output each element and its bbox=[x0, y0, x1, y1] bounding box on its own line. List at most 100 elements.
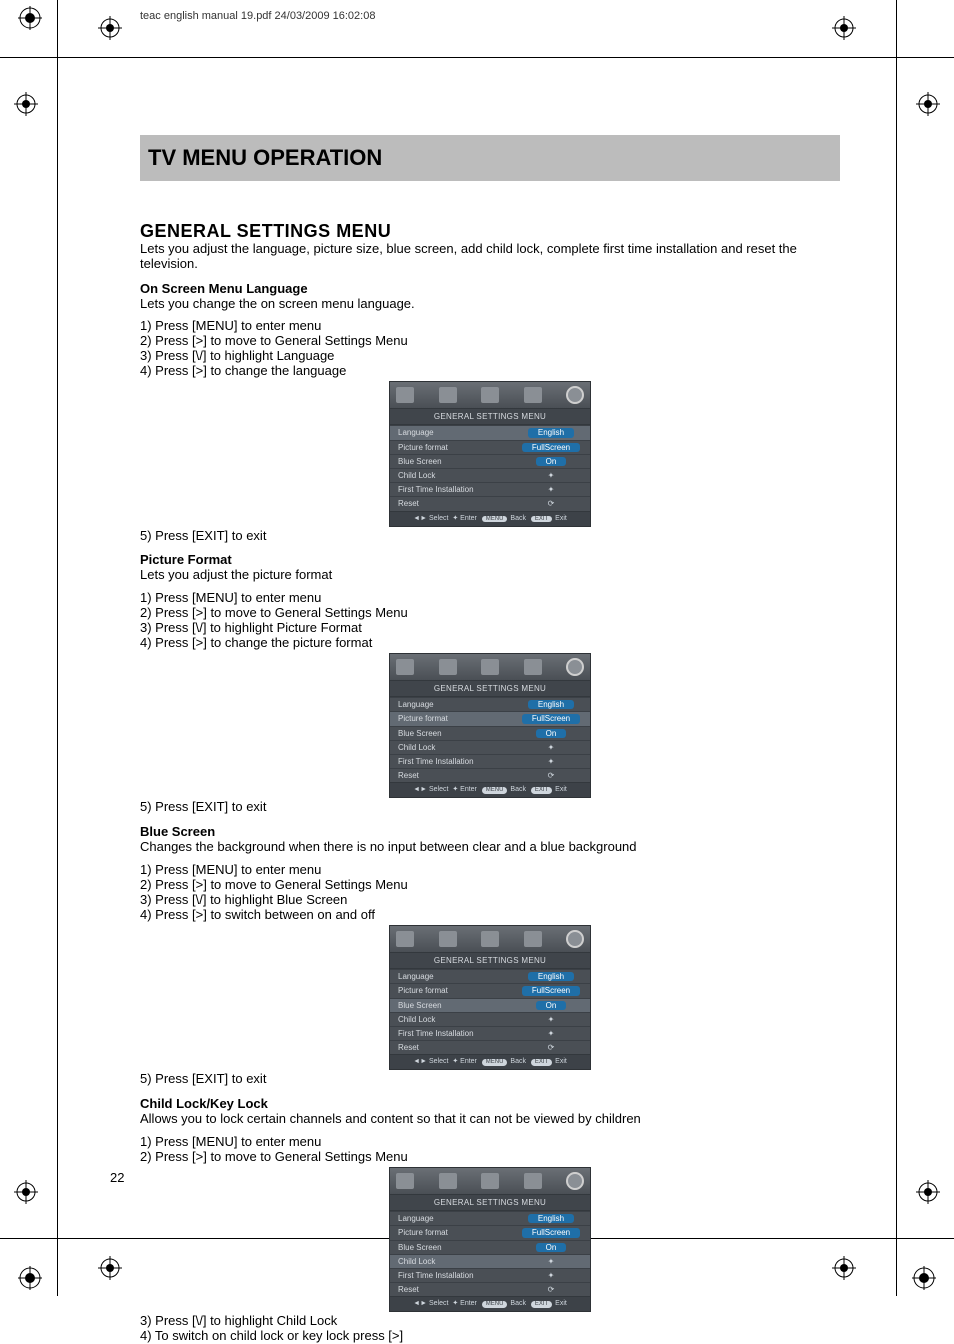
subsection-heading: Blue Screen bbox=[140, 825, 840, 840]
osd-row-label: Blue Screen bbox=[398, 457, 442, 466]
osd-row-value: ✦ bbox=[520, 757, 582, 766]
osd-row: Picture format FullScreen bbox=[390, 711, 590, 725]
osd-row: Child Lock ✦ bbox=[390, 1012, 590, 1026]
osd-tab-icon bbox=[481, 1173, 499, 1189]
osd-screenshot: GENERAL SETTINGS MENU LanguageEnglishPic… bbox=[389, 925, 591, 1070]
subsection-lead: Lets you adjust the picture format bbox=[140, 568, 840, 583]
osd-row: Reset ⟳ bbox=[390, 768, 590, 782]
osd-row-value: ✦ bbox=[520, 1271, 582, 1280]
osd-row-value: ✦ bbox=[520, 471, 582, 480]
section-heading: GENERAL SETTINGS MENU bbox=[140, 221, 840, 242]
step: 4) Press [>] to change the language bbox=[140, 364, 840, 379]
subsection-lead: Lets you change the on screen menu langu… bbox=[140, 297, 840, 312]
osd-screenshot: GENERAL SETTINGS MENU LanguageEnglishPic… bbox=[389, 1167, 591, 1312]
osd-row-label: Child Lock bbox=[398, 743, 435, 752]
osd-row-value: ⟳ bbox=[520, 771, 582, 780]
osd-row-label: Picture format bbox=[398, 714, 448, 723]
osd-tab-icon-active bbox=[566, 1172, 584, 1190]
osd-tab-icon-active bbox=[566, 658, 584, 676]
osd-row-value: FullScreen bbox=[520, 714, 582, 723]
pdf-header-line: teac english manual 19.pdf 24/03/2009 16… bbox=[140, 10, 375, 22]
step: 1) Press [MENU] to enter menu bbox=[140, 591, 840, 606]
step: 2) Press [>] to move to General Settings… bbox=[140, 606, 840, 621]
osd-row-label: Reset bbox=[398, 771, 419, 780]
osd-row-value: ⟳ bbox=[520, 1285, 582, 1294]
crop-rule bbox=[57, 0, 58, 1296]
osd-row-label: Picture format bbox=[398, 443, 448, 452]
osd-row-label: Language bbox=[398, 1214, 434, 1223]
osd-row: Picture formatFullScreen bbox=[390, 1225, 590, 1239]
osd-tab-icon bbox=[396, 931, 414, 947]
osd-row: Blue ScreenOn bbox=[390, 726, 590, 740]
step: 3) Press [\/] to highlight Picture Forma… bbox=[140, 621, 840, 636]
osd-tab-icon bbox=[396, 1173, 414, 1189]
subsection-lead: Changes the background when there is no … bbox=[140, 840, 840, 855]
osd-row: Child Lock✦ bbox=[390, 1254, 590, 1268]
osd-footer: ◄► Select ✦ Enter MENU Back EXIT Exit bbox=[390, 782, 590, 797]
osd-title: GENERAL SETTINGS MENU bbox=[390, 1194, 590, 1211]
osd-row: Blue Screen On bbox=[390, 1240, 590, 1254]
osd-row-label: First Time Installation bbox=[398, 1271, 474, 1280]
osd-row: First Time Installation✦ bbox=[390, 482, 590, 496]
osd-row-value: ⟳ bbox=[520, 499, 582, 508]
step: 3) Press [\/] to highlight Blue Screen bbox=[140, 893, 840, 908]
osd-row-label: Picture format bbox=[398, 986, 448, 995]
osd-row-label: Language bbox=[398, 972, 434, 981]
osd-row: First Time Installation ✦ bbox=[390, 1026, 590, 1040]
osd-row-value: FullScreen bbox=[520, 1228, 582, 1237]
osd-row: LanguageEnglish bbox=[390, 1211, 590, 1225]
step: 1) Press [MENU] to enter menu bbox=[140, 1135, 840, 1150]
osd-row-value: English bbox=[520, 972, 582, 981]
page-title: TV MENU OPERATION bbox=[140, 135, 840, 181]
osd-row-value: On bbox=[520, 1243, 582, 1252]
osd-title: GENERAL SETTINGS MENU bbox=[390, 680, 590, 697]
osd-row-label: Child Lock bbox=[398, 1257, 435, 1266]
osd-row-label: Language bbox=[398, 428, 434, 437]
osd-tab-icon bbox=[439, 1173, 457, 1189]
osd-tab-icon bbox=[439, 931, 457, 947]
osd-tab-icon bbox=[524, 659, 542, 675]
osd-row: Reset ⟳ bbox=[390, 1282, 590, 1296]
osd-row-label: Child Lock bbox=[398, 471, 435, 480]
osd-tab-icon bbox=[481, 659, 499, 675]
step: 5) Press [EXIT] to exit bbox=[140, 800, 840, 815]
osd-row-label: First Time Installation bbox=[398, 757, 474, 766]
osd-row-label: Reset bbox=[398, 499, 419, 508]
osd-row: Picture formatFullScreen bbox=[390, 983, 590, 997]
osd-tab-icon bbox=[481, 387, 499, 403]
osd-row: Language English bbox=[390, 969, 590, 983]
osd-row: Blue ScreenOn bbox=[390, 454, 590, 468]
osd-row-value: English bbox=[520, 428, 582, 437]
subsection-heading: On Screen Menu Language bbox=[140, 282, 840, 297]
osd-screenshot: GENERAL SETTINGS MENU LanguageEnglishPic… bbox=[389, 381, 591, 526]
osd-tab-icon bbox=[396, 659, 414, 675]
step: 3) Press [\/] to highlight Child Lock bbox=[140, 1314, 840, 1329]
reg-mark-icon bbox=[916, 92, 940, 116]
osd-row: Blue ScreenOn bbox=[390, 998, 590, 1012]
step: 5) Press [EXIT] to exit bbox=[140, 529, 840, 544]
reg-mark-icon bbox=[98, 1256, 122, 1280]
step: 1) Press [MENU] to enter menu bbox=[140, 863, 840, 878]
osd-row: Child Lock✦ bbox=[390, 740, 590, 754]
reg-mark-icon bbox=[832, 16, 856, 40]
osd-row-value: ✦ bbox=[520, 1015, 582, 1024]
osd-tab-icon bbox=[524, 931, 542, 947]
crop-rule bbox=[896, 0, 897, 1296]
osd-row-label: First Time Installation bbox=[398, 1029, 474, 1038]
reg-mark-icon bbox=[14, 1180, 38, 1204]
subsection-heading: Child Lock/Key Lock bbox=[140, 1097, 840, 1112]
osd-tab-icon bbox=[481, 931, 499, 947]
page-number: 22 bbox=[110, 1170, 124, 1185]
subsection: Child Lock/Key LockAllows you to lock ce… bbox=[140, 1097, 840, 1344]
osd-row-value: On bbox=[520, 729, 582, 738]
osd-row-label: Child Lock bbox=[398, 1015, 435, 1024]
osd-row-value: ✦ bbox=[520, 1029, 582, 1038]
reg-mark-icon bbox=[98, 16, 122, 40]
osd-screenshot: GENERAL SETTINGS MENU LanguageEnglishPic… bbox=[389, 653, 591, 798]
subsection: Picture FormatLets you adjust the pictur… bbox=[140, 553, 840, 815]
subsection-lead: Allows you to lock certain channels and … bbox=[140, 1112, 840, 1127]
osd-row: Child Lock ✦ bbox=[390, 468, 590, 482]
osd-row-label: Blue Screen bbox=[398, 1243, 442, 1252]
osd-row-label: Reset bbox=[398, 1043, 419, 1052]
osd-row-label: Reset bbox=[398, 1285, 419, 1294]
